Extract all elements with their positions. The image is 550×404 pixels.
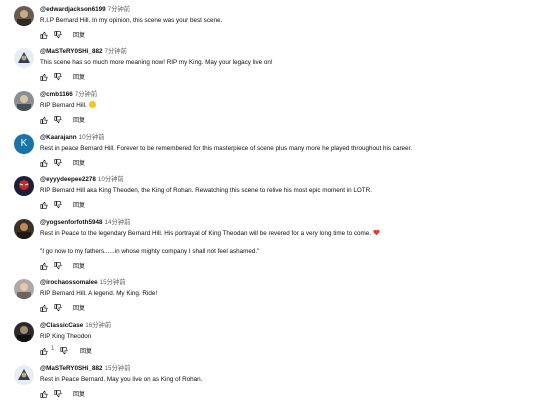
thumb-up-icon xyxy=(40,159,48,167)
avatar[interactable] xyxy=(14,176,34,196)
like-button[interactable] xyxy=(40,114,48,126)
thumb-down-icon xyxy=(54,31,62,39)
thumb-down-icon xyxy=(60,347,68,355)
comment-text: RIP Bernard Hill. A legend. My King. Rid… xyxy=(40,290,158,297)
avatar[interactable] xyxy=(14,219,34,239)
comment-time[interactable]: 7分钟前 xyxy=(105,48,127,55)
comment-author[interactable]: @edwardjackson6199 xyxy=(40,6,106,13)
thumb-up-icon xyxy=(40,31,48,39)
comment-text-gap xyxy=(40,238,546,247)
reply-button[interactable]: 回复 xyxy=(73,72,85,81)
comment-author[interactable]: @ClassicCase xyxy=(40,322,83,329)
thumb-down-icon xyxy=(54,262,62,270)
thumb-up-icon xyxy=(40,73,48,81)
comment-time[interactable]: 10分钟前 xyxy=(79,134,105,141)
comment-text: Rest in peace Bernard Hill. Forever to b… xyxy=(40,145,413,152)
like-button[interactable] xyxy=(40,71,48,83)
comment-time[interactable]: 10分钟前 xyxy=(98,176,124,183)
avatar[interactable] xyxy=(14,365,34,385)
thumb-up-icon xyxy=(40,201,48,209)
avatar[interactable] xyxy=(14,48,34,68)
comment-author[interactable]: @MaSTeRY0SHi_882 xyxy=(40,365,103,372)
dislike-button[interactable] xyxy=(54,157,62,169)
avatar[interactable]: K xyxy=(14,134,34,154)
dislike-button[interactable] xyxy=(54,114,62,126)
comment-time[interactable]: 7分钟前 xyxy=(75,91,97,98)
thumb-down-icon xyxy=(54,201,62,209)
comment-author[interactable]: @irochaossomalee xyxy=(40,279,98,286)
thumb-down-icon xyxy=(54,304,62,312)
thumb-up-icon xyxy=(40,262,48,270)
thumb-down-icon xyxy=(54,390,62,398)
thumb-down-icon xyxy=(54,73,62,81)
comment-author[interactable]: @MaSTeRY0SHi_882 xyxy=(40,48,103,55)
avatar[interactable] xyxy=(14,91,34,111)
comment-text-quote: "I go now to my fathers......in whose mi… xyxy=(40,248,260,255)
reply-button[interactable]: 回复 xyxy=(73,389,85,398)
thumb-down-icon xyxy=(54,116,62,124)
dislike-button[interactable] xyxy=(60,345,68,357)
reply-button[interactable]: 回复 xyxy=(80,346,92,355)
like-button[interactable] xyxy=(40,345,48,357)
like-button[interactable] xyxy=(40,388,48,400)
dislike-button[interactable] xyxy=(54,29,62,41)
reply-button[interactable]: 回复 xyxy=(73,303,85,312)
like-button[interactable] xyxy=(40,199,48,211)
like-button[interactable] xyxy=(40,260,48,272)
dislike-button[interactable] xyxy=(54,302,62,314)
comment-text: Rest in Peace to the legendary Bernard H… xyxy=(40,230,371,237)
smile-emoji-icon xyxy=(88,101,96,108)
like-count: 1 xyxy=(51,346,55,352)
reply-button[interactable]: 回复 xyxy=(73,115,85,124)
comment-time[interactable]: 14分钟前 xyxy=(104,219,130,226)
dislike-button[interactable] xyxy=(54,199,62,211)
comment-author[interactable]: @Kaarajann xyxy=(40,134,77,141)
heart-icon xyxy=(373,229,380,236)
comment-text: RIP King Theodon xyxy=(40,333,92,340)
comment-time[interactable]: 7分钟前 xyxy=(108,6,130,13)
comment-time[interactable]: 16分钟前 xyxy=(85,322,111,329)
comment-text: RIP Bernard Hill. xyxy=(40,102,87,109)
dislike-button[interactable] xyxy=(54,71,62,83)
comment-text: This scene has so much more meaning now!… xyxy=(40,59,273,66)
comment-text: RIP Bernard Hill aka King Theoden, the K… xyxy=(40,187,372,194)
comment-time[interactable]: 15分钟前 xyxy=(105,365,131,372)
like-button[interactable] xyxy=(40,157,48,169)
comment-text: Rest in Peace Bernard. May you live on a… xyxy=(40,376,203,383)
like-button[interactable] xyxy=(40,29,48,41)
thumb-up-icon xyxy=(40,347,48,355)
dislike-button[interactable] xyxy=(54,388,62,400)
thumb-down-icon xyxy=(54,159,62,167)
thumb-up-icon xyxy=(40,304,48,312)
thumb-up-icon xyxy=(40,390,48,398)
like-button[interactable] xyxy=(40,302,48,314)
comment-author[interactable]: @yogsenforfoth5948 xyxy=(40,219,102,226)
reply-button[interactable]: 回复 xyxy=(73,30,85,39)
avatar[interactable] xyxy=(14,322,34,342)
dislike-button[interactable] xyxy=(54,260,62,272)
comment-author[interactable]: @eyyydeepee2278 xyxy=(40,176,96,183)
reply-button[interactable]: 回复 xyxy=(73,200,85,209)
avatar[interactable] xyxy=(14,6,34,26)
reply-button[interactable]: 回复 xyxy=(73,261,85,270)
avatar[interactable] xyxy=(14,279,34,299)
reply-button[interactable]: 回复 xyxy=(73,158,85,167)
thumb-up-icon xyxy=(40,116,48,124)
comment-author[interactable]: @cmb1166 xyxy=(40,91,73,98)
comment-time[interactable]: 15分钟前 xyxy=(100,279,126,286)
comment-text: R.I.P Bernard Hill. In my opinion, this … xyxy=(40,17,223,24)
